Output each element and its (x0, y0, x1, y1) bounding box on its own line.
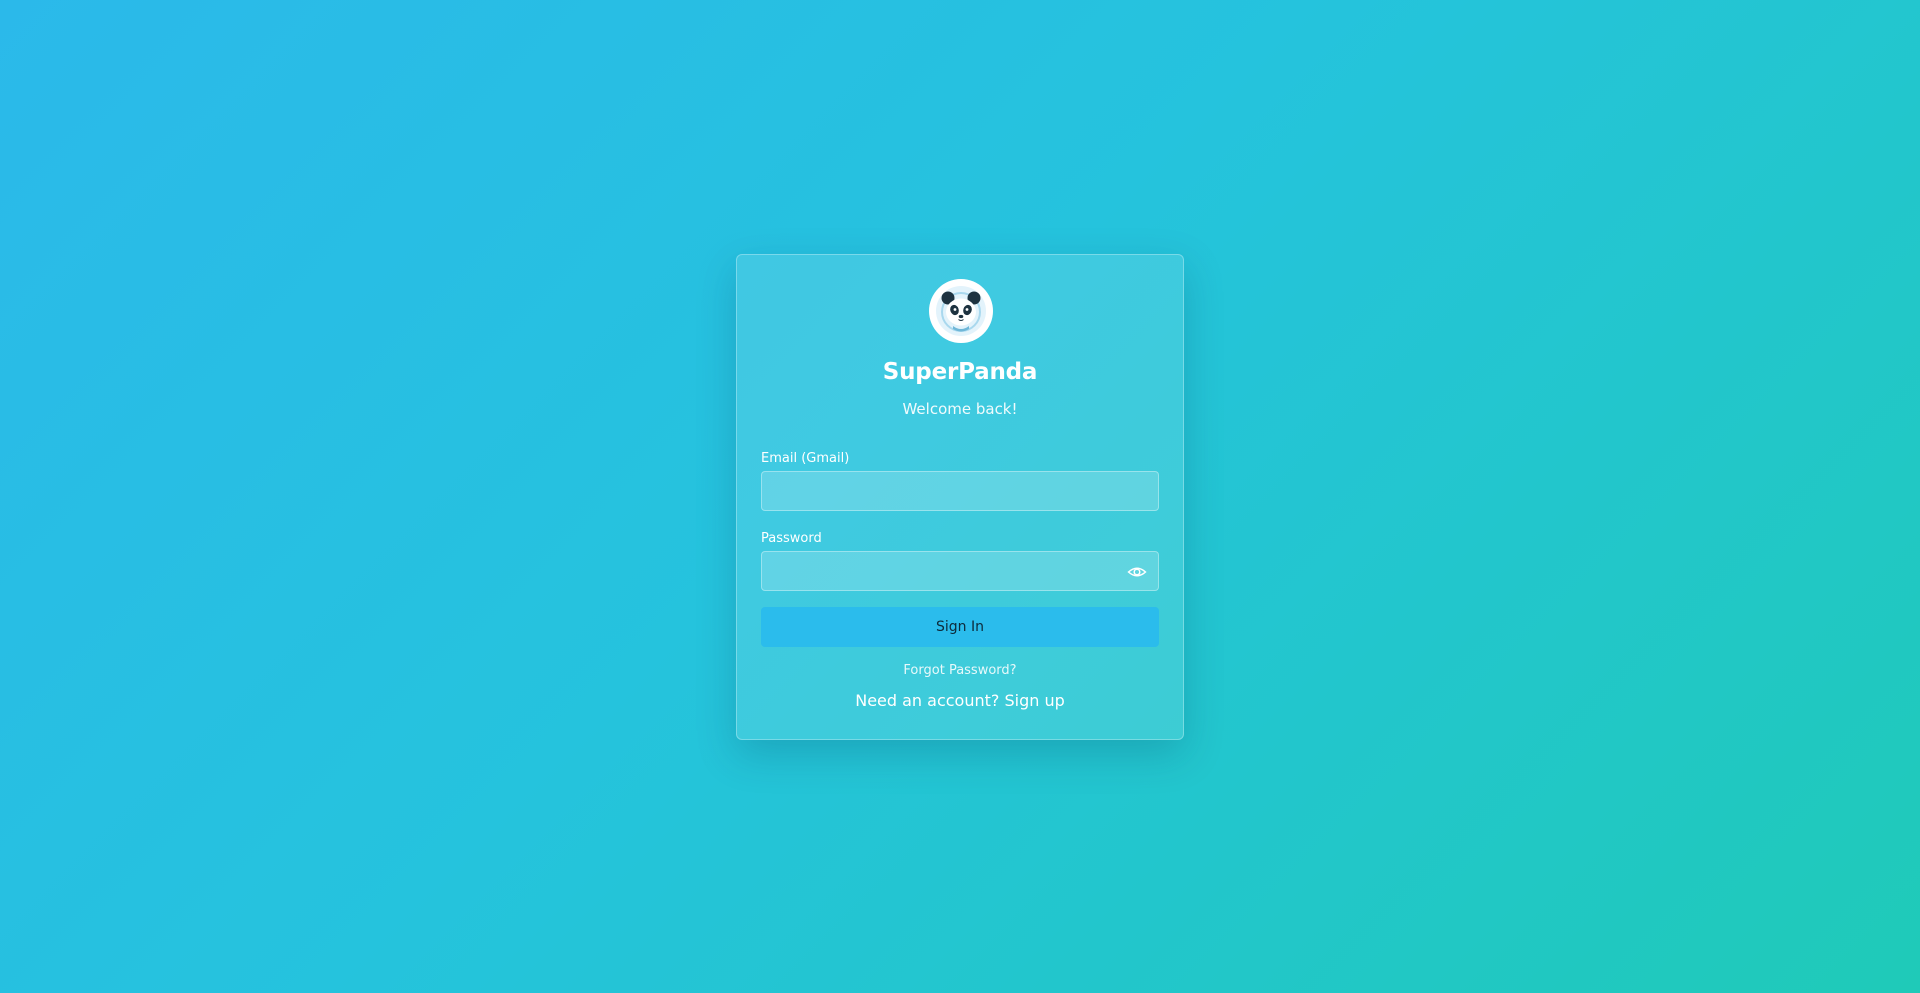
sign-up-link[interactable]: Sign up (1004, 691, 1064, 710)
password-field[interactable] (761, 551, 1159, 591)
sign-in-button[interactable]: Sign In (761, 607, 1159, 647)
forgot-password-link[interactable]: Forgot Password? (737, 663, 1183, 678)
signup-prompt: Need an account? Sign up (737, 691, 1183, 710)
panda-icon (929, 279, 993, 343)
password-label: Password (761, 531, 822, 546)
login-card: SuperPanda Welcome back! Email (Gmail) P… (736, 254, 1184, 740)
email-label: Email (Gmail) (761, 451, 850, 466)
app-title: SuperPanda (882, 359, 1038, 385)
welcome-subtitle: Welcome back! (902, 400, 1018, 418)
email-field[interactable] (761, 471, 1159, 511)
eye-icon[interactable] (1127, 562, 1147, 582)
need-account-text: Need an account? (855, 691, 1000, 710)
